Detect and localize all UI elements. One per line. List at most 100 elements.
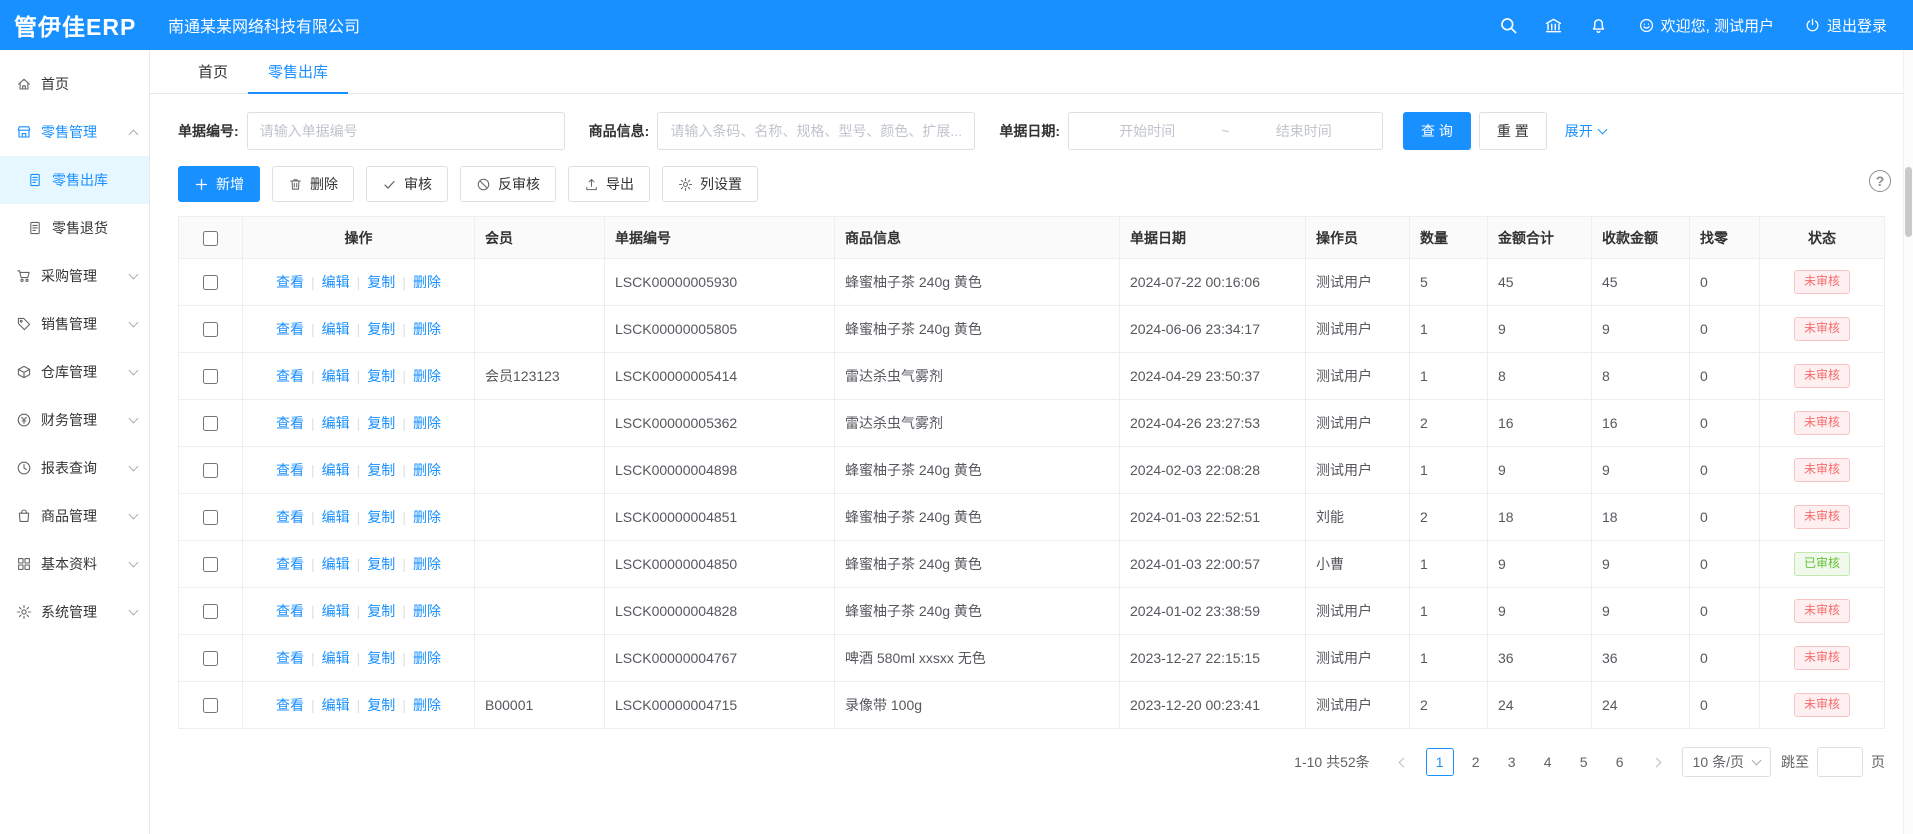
action-copy-link[interactable]: 复制: [367, 509, 395, 525]
page-number-button[interactable]: 5: [1570, 748, 1598, 776]
action-view-link[interactable]: 查看: [276, 697, 304, 713]
status-badge: 已审核: [1794, 552, 1850, 576]
action-copy-link[interactable]: 复制: [367, 650, 395, 666]
sidebar-item-finance-management[interactable]: 财务管理: [0, 396, 149, 444]
action-delete-link[interactable]: 删除: [413, 415, 441, 431]
tab-retail-outbound[interactable]: 零售出库: [248, 50, 348, 94]
page-number-button[interactable]: 4: [1534, 748, 1562, 776]
row-checkbox[interactable]: [203, 369, 218, 384]
action-delete-link[interactable]: 删除: [413, 274, 441, 290]
expand-toggle[interactable]: 展开: [1565, 121, 1606, 141]
delete-button[interactable]: 删除: [272, 166, 354, 202]
action-edit-link[interactable]: 编辑: [322, 415, 350, 431]
action-view-link[interactable]: 查看: [276, 274, 304, 290]
row-checkbox[interactable]: [203, 604, 218, 619]
notification-bell-icon[interactable]: [1589, 16, 1608, 35]
action-delete-link[interactable]: 删除: [413, 697, 441, 713]
prev-page-button[interactable]: [1388, 748, 1416, 776]
chevron-down-icon: [129, 510, 139, 520]
date-range-picker[interactable]: ~: [1068, 112, 1383, 150]
search-button[interactable]: 查 询: [1403, 112, 1471, 150]
action-copy-link[interactable]: 复制: [367, 462, 395, 478]
logout-button[interactable]: 退出登录: [1804, 15, 1887, 36]
action-copy-link[interactable]: 复制: [367, 274, 395, 290]
action-delete-link[interactable]: 删除: [413, 321, 441, 337]
sidebar-item-home[interactable]: 首页: [0, 60, 149, 108]
action-view-link[interactable]: 查看: [276, 321, 304, 337]
row-checkbox[interactable]: [203, 275, 218, 290]
help-icon[interactable]: ?: [1869, 170, 1891, 192]
row-checkbox[interactable]: [203, 651, 218, 666]
action-edit-link[interactable]: 编辑: [322, 321, 350, 337]
row-checkbox[interactable]: [203, 463, 218, 478]
row-checkbox[interactable]: [203, 510, 218, 525]
row-checkbox[interactable]: [203, 698, 218, 713]
action-edit-link[interactable]: 编辑: [322, 556, 350, 572]
sidebar-item-goods-management[interactable]: 商品管理: [0, 492, 149, 540]
tab-home[interactable]: 首页: [178, 50, 248, 94]
row-checkbox[interactable]: [203, 557, 218, 572]
action-edit-link[interactable]: 编辑: [322, 650, 350, 666]
unaudit-button[interactable]: 反审核: [460, 166, 556, 202]
col-header-qty: 数量: [1410, 217, 1488, 259]
page-number-button[interactable]: 6: [1606, 748, 1634, 776]
sidebar-item-purchase-management[interactable]: 采购管理: [0, 252, 149, 300]
product-info-input[interactable]: [657, 112, 975, 150]
sidebar-item-system-management[interactable]: 系统管理: [0, 588, 149, 636]
row-checkbox[interactable]: [203, 416, 218, 431]
welcome-user[interactable]: 欢迎您, 测试用户: [1638, 15, 1774, 36]
organization-icon[interactable]: [1544, 16, 1563, 35]
action-edit-link[interactable]: 编辑: [322, 697, 350, 713]
audit-button[interactable]: 审核: [366, 166, 448, 202]
column-settings-button[interactable]: 列设置: [662, 166, 758, 202]
page-number-button[interactable]: 2: [1462, 748, 1490, 776]
page-size-select[interactable]: 10 条/页: [1682, 747, 1771, 777]
cell-received: 45: [1592, 259, 1690, 306]
row-checkbox[interactable]: [203, 322, 218, 337]
action-delete-link[interactable]: 删除: [413, 368, 441, 384]
action-edit-link[interactable]: 编辑: [322, 462, 350, 478]
action-delete-link[interactable]: 删除: [413, 509, 441, 525]
export-button[interactable]: 导出: [568, 166, 650, 202]
action-edit-link[interactable]: 编辑: [322, 368, 350, 384]
bill-no-input[interactable]: [247, 112, 565, 150]
action-delete-link[interactable]: 删除: [413, 650, 441, 666]
action-copy-link[interactable]: 复制: [367, 603, 395, 619]
page-jump-input[interactable]: [1817, 747, 1863, 777]
reset-button[interactable]: 重 置: [1479, 112, 1547, 150]
search-icon[interactable]: [1499, 16, 1518, 35]
sidebar-item-warehouse-management[interactable]: 仓库管理: [0, 348, 149, 396]
end-date-input[interactable]: [1234, 123, 1374, 139]
sidebar-item-retail-management[interactable]: 零售管理: [0, 108, 149, 156]
action-copy-link[interactable]: 复制: [367, 368, 395, 384]
action-view-link[interactable]: 查看: [276, 603, 304, 619]
sidebar-item-base-data[interactable]: 基本资料: [0, 540, 149, 588]
action-copy-link[interactable]: 复制: [367, 556, 395, 572]
action-copy-link[interactable]: 复制: [367, 415, 395, 431]
sidebar-item-report-query[interactable]: 报表查询: [0, 444, 149, 492]
next-page-button[interactable]: [1644, 748, 1672, 776]
sidebar-item-sales-management[interactable]: 销售管理: [0, 300, 149, 348]
sidebar-item-retail-outbound[interactable]: 零售出库: [0, 156, 149, 204]
page-number-button[interactable]: 1: [1426, 748, 1454, 776]
action-copy-link[interactable]: 复制: [367, 321, 395, 337]
action-view-link[interactable]: 查看: [276, 415, 304, 431]
action-view-link[interactable]: 查看: [276, 509, 304, 525]
action-view-link[interactable]: 查看: [276, 650, 304, 666]
action-delete-link[interactable]: 删除: [413, 603, 441, 619]
action-view-link[interactable]: 查看: [276, 556, 304, 572]
action-edit-link[interactable]: 编辑: [322, 274, 350, 290]
action-view-link[interactable]: 查看: [276, 462, 304, 478]
action-view-link[interactable]: 查看: [276, 368, 304, 384]
action-copy-link[interactable]: 复制: [367, 697, 395, 713]
select-all-checkbox[interactable]: [203, 231, 218, 246]
start-date-input[interactable]: [1077, 123, 1217, 139]
action-delete-link[interactable]: 删除: [413, 462, 441, 478]
action-edit-link[interactable]: 编辑: [322, 509, 350, 525]
action-edit-link[interactable]: 编辑: [322, 603, 350, 619]
add-button[interactable]: 新增: [178, 166, 260, 202]
scrollbar-thumb[interactable]: [1905, 167, 1912, 237]
sidebar-item-retail-return[interactable]: 零售退货: [0, 204, 149, 252]
page-number-button[interactable]: 3: [1498, 748, 1526, 776]
action-delete-link[interactable]: 删除: [413, 556, 441, 572]
